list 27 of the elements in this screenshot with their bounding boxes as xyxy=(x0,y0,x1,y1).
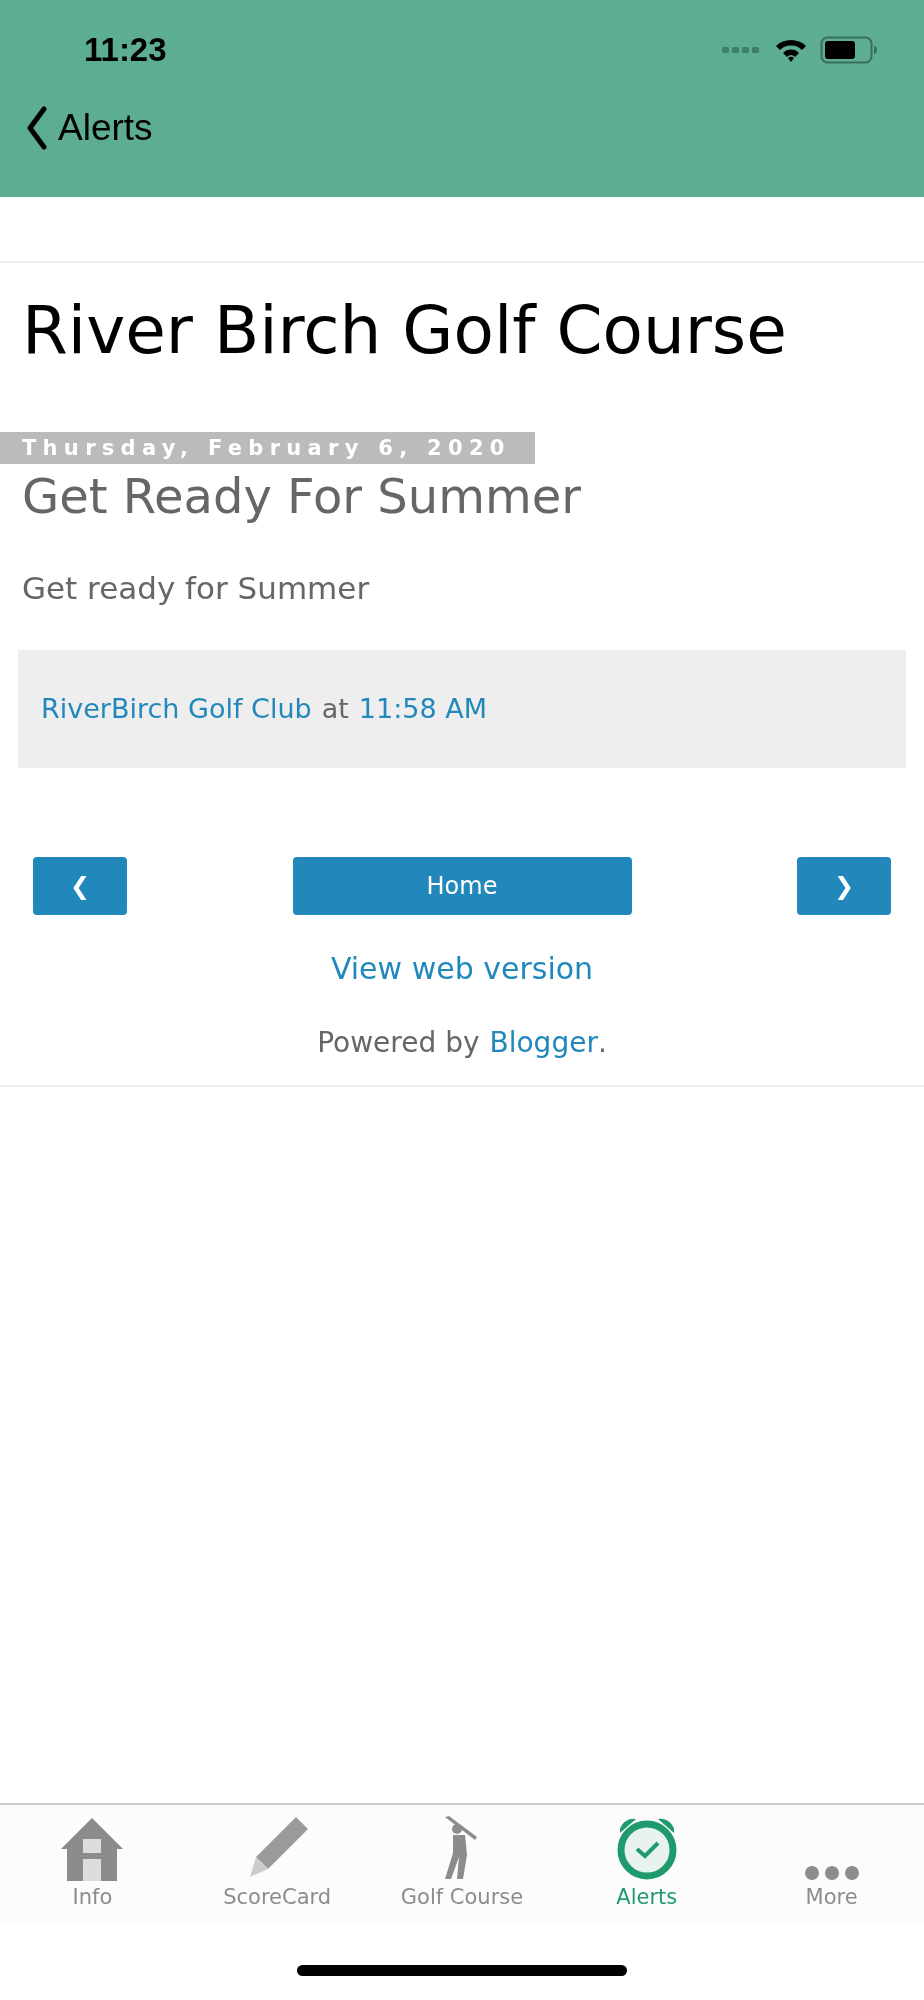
tab[interactable]: Info xyxy=(0,1805,185,1923)
web-version-link[interactable]: View web version xyxy=(330,950,594,986)
battery-icon xyxy=(820,36,878,64)
author-link[interactable]: RiverBirch Golf Club xyxy=(41,693,312,725)
next-button[interactable]: ❯ xyxy=(797,856,891,915)
tab[interactable]: More xyxy=(739,1805,924,1923)
signal-icon xyxy=(722,45,762,55)
home-button[interactable]: Home xyxy=(292,856,632,915)
post-time-link[interactable]: 11:58 AM xyxy=(358,693,487,725)
period-text: . xyxy=(597,1025,607,1059)
blog-title: River Birch Golf Course xyxy=(22,291,788,371)
status-time: 11:23 xyxy=(84,31,167,69)
house-icon xyxy=(59,1815,126,1881)
blogger-link[interactable]: Blogger xyxy=(489,1025,598,1059)
wifi-icon xyxy=(774,37,808,63)
previous-button[interactable]: ❮ xyxy=(33,856,127,915)
powered-by-text: Powered by xyxy=(317,1025,480,1059)
tab[interactable]: ScoreCard xyxy=(184,1805,370,1923)
tab[interactable]: Alerts xyxy=(554,1805,740,1923)
footer-connector: at xyxy=(321,693,349,725)
post-title: Get Ready For Summer xyxy=(22,468,582,526)
post-date: Thursday, February 6, 2020 xyxy=(0,432,535,465)
chevron-left-icon xyxy=(26,106,48,150)
post-body: Get ready for Summer xyxy=(22,569,371,606)
tab[interactable]: Golf Course xyxy=(369,1805,555,1923)
more-icon xyxy=(803,1865,860,1881)
back-button[interactable]: Alerts xyxy=(0,106,153,150)
